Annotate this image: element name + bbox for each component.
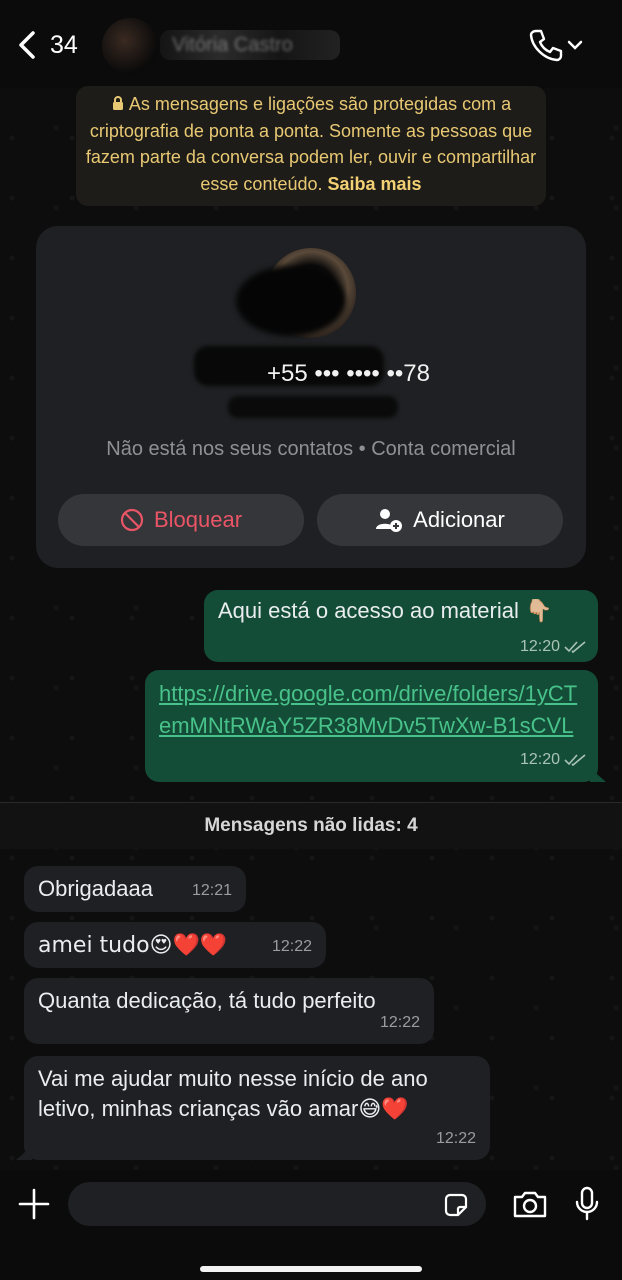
home-indicator[interactable] bbox=[200, 1266, 422, 1272]
message-meta: 12:20 bbox=[520, 638, 586, 656]
chevron-left-icon bbox=[19, 31, 35, 59]
message-time: 12:21 bbox=[191, 882, 232, 899]
message-time: 12:20 bbox=[519, 638, 560, 655]
message-time: 12:22 bbox=[271, 938, 312, 955]
double-check-icon bbox=[564, 641, 586, 654]
block-icon bbox=[120, 508, 144, 532]
message-text: Aqui está o acesso ao material 👇🏼 bbox=[218, 598, 553, 623]
add-user-icon bbox=[376, 509, 403, 532]
message-meta: 12:20 bbox=[520, 744, 586, 776]
block-button[interactable]: Bloquear bbox=[58, 494, 304, 546]
incoming-message[interactable]: amei tudo😍❤️❤️ 12:22 bbox=[24, 922, 326, 968]
voice-message-button[interactable] bbox=[574, 1186, 600, 1222]
microphone-icon bbox=[575, 1186, 599, 1221]
lock-icon bbox=[112, 96, 123, 110]
camera-button[interactable] bbox=[512, 1188, 548, 1220]
message-time: 12:22 bbox=[379, 1014, 420, 1031]
add-button-label: Adicionar bbox=[413, 507, 505, 532]
contact-info-card: +55 ••• •••• ••78 Não está nos seus cont… bbox=[36, 226, 586, 568]
phone-number: +55 ••• •••• ••78 bbox=[266, 360, 430, 387]
contact-status-info: Não está nos seus contatos • Conta comer… bbox=[106, 438, 516, 460]
learn-more-link[interactable]: Saiba mais bbox=[328, 174, 422, 194]
chat-header: 34 Vitória Castro bbox=[0, 0, 622, 88]
call-button[interactable] bbox=[528, 28, 588, 62]
message-input[interactable] bbox=[68, 1182, 486, 1226]
message-text: Quanta dedicação, tá tudo perfeito bbox=[38, 988, 376, 1013]
contact-subtitle-redacted bbox=[228, 396, 398, 418]
sticker-button[interactable] bbox=[442, 1191, 470, 1219]
unread-chats-count[interactable]: 34 bbox=[50, 31, 78, 60]
avatar-redaction bbox=[236, 266, 346, 336]
chevron-down-icon bbox=[567, 40, 583, 50]
message-text: amei tudo😍❤️❤️ bbox=[38, 933, 228, 958]
block-button-label: Bloquear bbox=[153, 507, 243, 532]
message-time: 12:20 bbox=[519, 751, 560, 768]
encryption-notice[interactable]: As mensagens e ligações são protegidas c… bbox=[76, 86, 546, 206]
outgoing-message[interactable]: Aqui está o acesso ao material 👇🏼 12:20 bbox=[204, 590, 598, 662]
camera-icon bbox=[513, 1191, 547, 1218]
message-time: 12:22 bbox=[435, 1130, 476, 1147]
double-check-icon bbox=[564, 754, 586, 767]
message-text: Obrigadaaa bbox=[38, 876, 153, 901]
attach-button[interactable] bbox=[18, 1188, 50, 1220]
message-text: Vai me ajudar muito nesse início de ano … bbox=[38, 1066, 428, 1121]
incoming-message[interactable]: Obrigadaaa 12:21 bbox=[24, 866, 246, 912]
outgoing-link-message[interactable]: https://drive.google.com/drive/folders/1… bbox=[145, 670, 606, 782]
incoming-message[interactable]: Quanta dedicação, tá tudo perfeito 12:22 bbox=[24, 978, 434, 1044]
contact-avatar[interactable] bbox=[102, 18, 158, 74]
add-contact-button[interactable]: Adicionar bbox=[317, 494, 563, 546]
incoming-message[interactable]: Vai me ajudar muito nesse início de ano … bbox=[16, 1056, 490, 1160]
plus-icon bbox=[18, 1188, 50, 1220]
drive-link[interactable]: https://drive.google.com/drive/folders/1… bbox=[159, 681, 577, 738]
sticker-icon bbox=[444, 1193, 468, 1217]
unread-messages-divider: Mensagens não lidas: 4 bbox=[0, 802, 622, 849]
contact-name[interactable]: Vitória Castro bbox=[172, 34, 293, 57]
encryption-notice-text: As mensagens e ligações são protegidas c… bbox=[85, 94, 537, 194]
phone-icon bbox=[529, 29, 563, 62]
